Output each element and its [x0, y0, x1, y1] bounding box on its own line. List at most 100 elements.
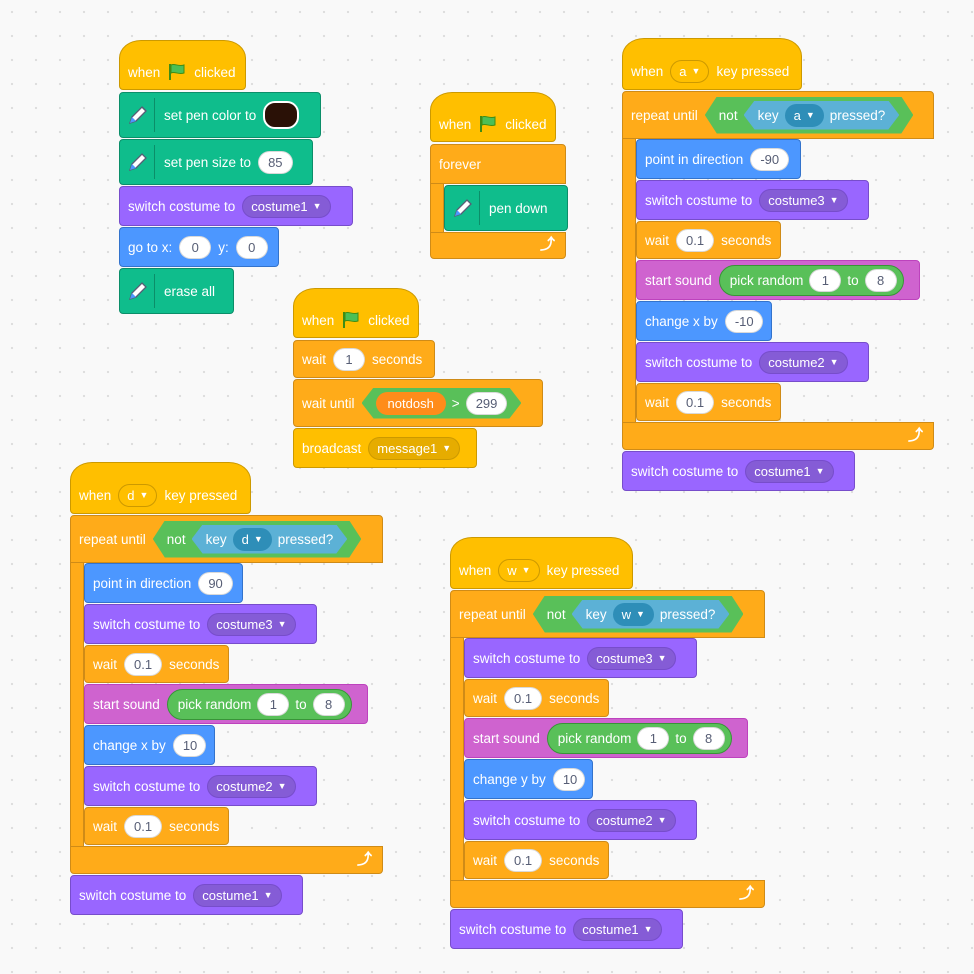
costume-dropdown[interactable]: costume1 ▼ [242, 194, 331, 218]
change-y-input[interactable]: 10 [552, 767, 585, 791]
random-from-input[interactable]: 1 [257, 692, 290, 716]
not-operator[interactable]: not key d ▼ pressed? [153, 521, 362, 558]
random-to-input[interactable]: 8 [312, 692, 345, 716]
go-to-xy-block[interactable]: go to x: 0 y: 0 [119, 227, 279, 267]
pick-random-reporter[interactable]: pick random 1 to 8 [546, 722, 732, 754]
when-flag-clicked-hat[interactable]: when clicked [293, 288, 419, 338]
change-x-block[interactable]: change x by 10 [84, 725, 215, 765]
wait-seconds-input[interactable]: 0.1 [676, 228, 715, 252]
x-input[interactable]: 0 [179, 235, 212, 259]
switch-costume-block[interactable]: switch costume to costume2 ▼ [636, 342, 869, 382]
wait-seconds-input[interactable]: 0.1 [676, 390, 715, 414]
switch-costume-block[interactable]: switch costume to costume1 ▼ [119, 186, 353, 226]
sensing-key-dropdown[interactable]: a ▼ [785, 104, 824, 127]
direction-input[interactable]: 90 [198, 571, 233, 595]
wait-seconds-input[interactable]: 0.1 [124, 814, 163, 838]
costume-dropdown[interactable]: costume3 ▼ [759, 188, 848, 212]
wait-seconds-input[interactable]: 0.1 [504, 686, 543, 710]
repeat-until-block[interactable]: repeat until not key d ▼ pressed? [70, 515, 383, 563]
random-to-input[interactable]: 8 [692, 726, 725, 750]
when-flag-clicked-hat[interactable]: when clicked [119, 40, 246, 90]
not-operator[interactable]: not key w ▼ pressed? [533, 596, 744, 633]
key-dropdown[interactable]: a ▼ [670, 59, 710, 83]
greater-than-operator[interactable]: notdosh > 299 [362, 388, 522, 419]
variable-reporter[interactable]: notdosh [376, 392, 446, 415]
point-in-direction-block[interactable]: point in direction 90 [84, 563, 243, 603]
set-pen-color-block[interactable]: set pen color to [119, 92, 321, 138]
compare-value-input[interactable]: 299 [466, 392, 508, 415]
random-from-input[interactable]: 1 [637, 726, 670, 750]
when-key-pressed-hat[interactable]: when d ▼ key pressed [70, 462, 251, 514]
wait-seconds-block[interactable]: wait 0.1 seconds [636, 383, 781, 421]
pen-icon [120, 145, 155, 179]
switch-costume-block[interactable]: switch costume to costume1 ▼ [622, 451, 855, 491]
key-pressed-sensing[interactable]: key d ▼ pressed? [192, 525, 348, 554]
key-dropdown[interactable]: w ▼ [498, 558, 540, 582]
wait-seconds-block[interactable]: wait 1 seconds [293, 340, 435, 378]
wait-seconds-block[interactable]: wait 0.1 seconds [464, 679, 609, 717]
not-operator[interactable]: not key a ▼ pressed? [705, 97, 914, 134]
wait-seconds-input[interactable]: 0.1 [124, 652, 163, 676]
switch-costume-block[interactable]: switch costume to costume3 ▼ [84, 604, 317, 644]
repeat-until-block[interactable]: repeat until not key a ▼ pressed? [622, 91, 934, 139]
pen-size-input[interactable]: 85 [258, 150, 293, 174]
point-in-direction-block[interactable]: point in direction -90 [636, 139, 801, 179]
switch-costume-block[interactable]: switch costume to costume1 ▼ [450, 909, 683, 949]
change-x-input[interactable]: -10 [724, 309, 763, 333]
wait-seconds-block[interactable]: wait 0.1 seconds [464, 841, 609, 879]
pen-color-swatch[interactable] [263, 101, 300, 129]
switch-costume-block[interactable]: switch costume to costume2 ▼ [464, 800, 697, 840]
set-pen-color-label: set pen color to [164, 107, 257, 123]
wait-until-block[interactable]: wait until notdosh > 299 [293, 379, 543, 427]
key-dropdown[interactable]: d ▼ [118, 483, 158, 507]
wait-seconds-input[interactable]: 1 [333, 347, 366, 371]
switch-costume-block[interactable]: switch costume to costume2 ▼ [84, 766, 317, 806]
when-flag-clicked-hat[interactable]: when clicked [430, 92, 556, 142]
start-sound-block[interactable]: start sound pick random 1 to 8 [84, 684, 368, 724]
start-sound-block[interactable]: start sound pick random 1 to 8 [464, 718, 748, 758]
broadcast-block[interactable]: broadcast message1 ▼ [293, 428, 477, 468]
set-pen-size-block[interactable]: set pen size to 85 [119, 139, 313, 185]
costume-dropdown[interactable]: costume3 ▼ [207, 612, 296, 636]
key-label: key [585, 606, 607, 622]
costume-dropdown[interactable]: costume2 ▼ [759, 350, 848, 374]
costume-dropdown[interactable]: costume1 ▼ [193, 883, 282, 907]
wait-seconds-block[interactable]: wait 0.1 seconds [636, 221, 781, 259]
direction-input[interactable]: -90 [750, 147, 790, 171]
random-from-input[interactable]: 1 [809, 268, 842, 292]
message-dropdown[interactable]: message1 ▼ [368, 436, 461, 460]
random-to-input[interactable]: 8 [864, 268, 897, 292]
when-key-pressed-hat[interactable]: when a ▼ key pressed [622, 38, 802, 90]
sensing-key-dropdown[interactable]: d ▼ [233, 528, 272, 551]
when-key-pressed-hat[interactable]: when w ▼ key pressed [450, 537, 633, 589]
key-pressed-sensing[interactable]: key a ▼ pressed? [744, 101, 900, 130]
erase-all-block[interactable]: erase all [119, 268, 234, 314]
pen-down-block[interactable]: pen down [444, 185, 568, 231]
change-y-block[interactable]: change y by 10 [464, 759, 593, 799]
wait-seconds-input[interactable]: 0.1 [504, 848, 543, 872]
wait-seconds-block[interactable]: wait 0.1 seconds [84, 645, 229, 683]
wait-label: wait [93, 656, 118, 672]
costume-dropdown[interactable]: costume3 ▼ [587, 646, 676, 670]
repeat-until-block[interactable]: repeat until not key w ▼ pressed? [450, 590, 765, 638]
y-input[interactable]: 0 [235, 235, 268, 259]
costume-dropdown[interactable]: costume1 ▼ [573, 917, 662, 941]
costume-dropdown[interactable]: costume2 ▼ [207, 774, 296, 798]
costume-dropdown[interactable]: costume1 ▼ [745, 459, 834, 483]
change-x-input[interactable]: 10 [172, 733, 206, 757]
pick-random-reporter[interactable]: pick random 1 to 8 [166, 688, 352, 720]
switch-costume-block[interactable]: switch costume to costume3 ▼ [636, 180, 869, 220]
start-sound-block[interactable]: start sound pick random 1 to 8 [636, 260, 920, 300]
switch-costume-block[interactable]: switch costume to costume3 ▼ [464, 638, 697, 678]
forever-block[interactable]: forever [430, 144, 566, 184]
key-pressed-sensing[interactable]: key w ▼ pressed? [572, 600, 730, 629]
wait-label: wait [645, 232, 670, 248]
costume-dropdown[interactable]: costume2 ▼ [587, 808, 676, 832]
switch-costume-block[interactable]: switch costume to costume1 ▼ [70, 875, 303, 915]
sensing-key-dropdown[interactable]: w ▼ [613, 603, 654, 626]
seconds-label: seconds [549, 852, 600, 868]
switch-costume-label: switch costume to [128, 198, 236, 214]
wait-seconds-block[interactable]: wait 0.1 seconds [84, 807, 229, 845]
pick-random-reporter[interactable]: pick random 1 to 8 [718, 264, 904, 296]
change-x-block[interactable]: change x by -10 [636, 301, 772, 341]
